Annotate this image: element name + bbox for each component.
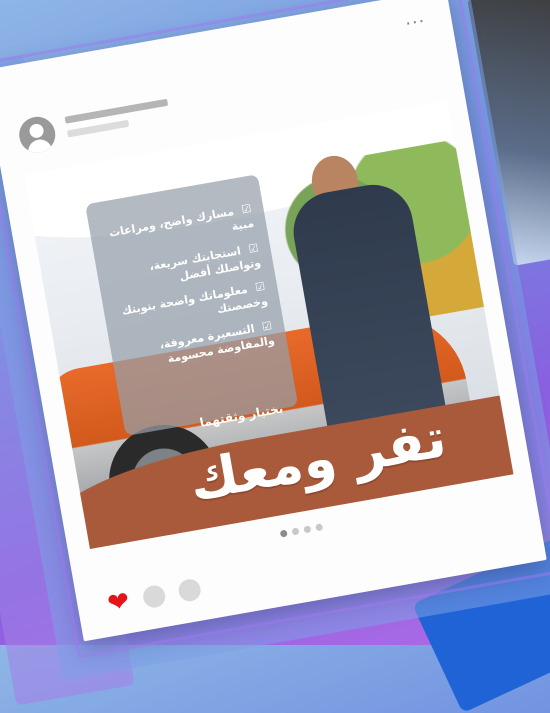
checkbox-icon: ☑: [240, 201, 253, 217]
carousel-indicator: [279, 523, 324, 538]
checkbox-icon: ☑: [254, 280, 267, 295]
carousel-dot-1[interactable]: [279, 529, 288, 538]
heart-icon[interactable]: ❤: [105, 586, 132, 619]
post-actions: ❤: [105, 576, 203, 619]
share-icon[interactable]: [176, 577, 203, 604]
feature-text: التسعيرة معروفة، والمفاوضة محسومة: [158, 322, 276, 366]
carousel-dot-3[interactable]: [303, 525, 312, 534]
social-post-card: ··· ☑ مسارك واضح، ومراعات مبية ☑ استجابت…: [0, 0, 547, 642]
username-placeholder: [64, 98, 169, 124]
comment-icon[interactable]: [141, 583, 167, 610]
feature-text: مسارك واضح، ومراعات مبية: [108, 204, 255, 240]
carousel-dot-4[interactable]: [315, 523, 324, 532]
user-avatar-icon[interactable]: [16, 113, 59, 156]
checkbox-icon: ☑: [261, 319, 274, 334]
carousel-dot-2[interactable]: [291, 527, 300, 536]
more-dots-icon[interactable]: ···: [404, 11, 428, 35]
post-image[interactable]: ☑ مسارك واضح، ومراعات مبية ☑ استجابتك سر…: [23, 100, 514, 549]
feature-text: استجابتك سريعة، وتواصلك أفضل: [148, 244, 262, 283]
subtitle-placeholder: [66, 119, 130, 138]
checkbox-icon: ☑: [247, 240, 260, 256]
avatar-body: [26, 137, 53, 156]
avatar-head: [28, 122, 45, 139]
